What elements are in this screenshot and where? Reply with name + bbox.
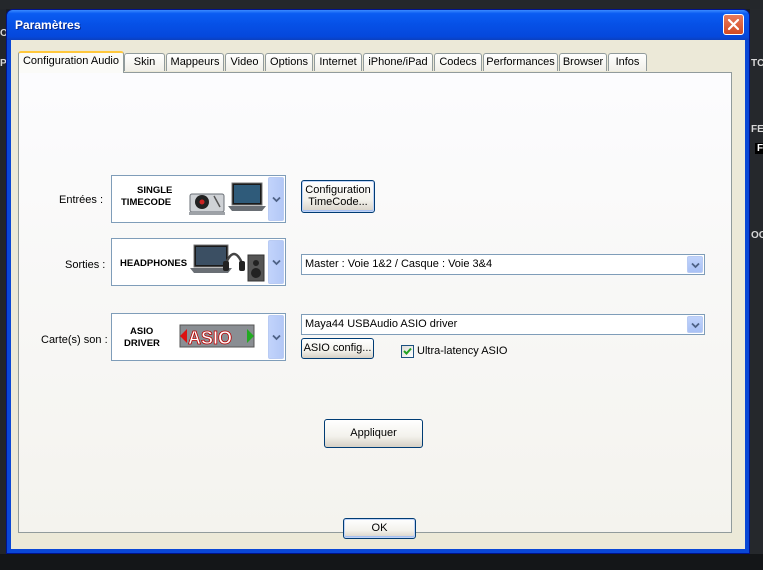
single-timecode-text: SINGLE — [137, 185, 172, 196]
background-text: OOF — [751, 230, 763, 241]
timecode-config-button[interactable]: Configuration TimeCode... — [301, 180, 375, 213]
audio-config-panel: Entrées : SINGLE TIMECODE Configuration … — [18, 72, 732, 533]
ultra-latency-label[interactable]: Ultra-latency ASIO — [417, 345, 507, 357]
headphones-text: HEADPHONES — [120, 258, 187, 269]
asio-driver-text: ASIO — [130, 326, 153, 337]
settings-window: Paramètres Configuration Audio Skin Mapp… — [6, 9, 750, 554]
background-app-top — [0, 0, 763, 9]
outputs-routing-dropdown-button[interactable] — [687, 256, 703, 273]
asio-driver-text: DRIVER — [124, 338, 160, 349]
background-app-right — [750, 9, 763, 570]
tab-internet[interactable]: Internet — [314, 53, 362, 71]
close-icon — [727, 18, 740, 31]
timecode-config-line1: Configuration — [305, 184, 371, 196]
inputs-select[interactable]: SINGLE TIMECODE — [111, 175, 286, 223]
outputs-dropdown-button[interactable] — [268, 240, 284, 284]
tab-options[interactable]: Options — [265, 53, 313, 71]
tab-performances[interactable]: Performances — [483, 53, 558, 71]
chevron-down-icon — [272, 334, 281, 341]
chevron-down-icon — [691, 322, 700, 329]
chevron-down-icon — [272, 196, 281, 203]
chevron-down-icon — [272, 259, 281, 266]
soundcard-dropdown-button[interactable] — [268, 315, 284, 359]
outputs-routing-select[interactable]: Master : Voie 1&2 / Casque : Voie 3&4 — [301, 254, 705, 275]
asio-driver-image: ASIO DRIVER ASIO — [124, 324, 255, 349]
outputs-routing-value: Master : Voie 1&2 / Casque : Voie 3&4 — [305, 258, 493, 270]
single-timecode-image: SINGLE TIMECODE — [121, 182, 266, 215]
tab-iphone-ipad[interactable]: iPhone/iPad — [363, 53, 433, 71]
tab-infos[interactable]: Infos — [608, 53, 647, 71]
inputs-dropdown-button[interactable] — [268, 177, 284, 221]
tab-configuration-audio[interactable]: Configuration Audio — [18, 51, 124, 73]
inputs-label: Entrées : — [59, 194, 104, 206]
apply-button[interactable]: Appliquer — [324, 419, 423, 448]
close-button[interactable] — [723, 14, 744, 35]
background-text: TC — [751, 58, 763, 69]
asio-driver-value: Maya44 USBAudio ASIO driver — [305, 318, 458, 330]
asio-driver-select[interactable]: Maya44 USBAudio ASIO driver — [301, 314, 705, 335]
headphones-image: HEADPHONES — [120, 244, 265, 282]
checkmark-icon — [403, 347, 412, 355]
window-title: Paramètres — [15, 18, 81, 32]
single-timecode-text: TIMECODE — [121, 197, 171, 208]
dialog-client-area: Configuration Audio Skin Mappeurs Video … — [11, 40, 745, 549]
tab-skin[interactable]: Skin — [124, 53, 165, 71]
title-bar[interactable]: Paramètres — [7, 10, 749, 40]
outputs-label: Sorties : — [65, 259, 106, 271]
asio-driver-dropdown-button[interactable] — [687, 316, 703, 333]
ultra-latency-checkbox[interactable] — [401, 345, 414, 358]
tab-browser[interactable]: Browser — [559, 53, 607, 71]
soundcard-label: Carte(s) son : — [41, 334, 108, 346]
chevron-down-icon — [691, 262, 700, 269]
timecode-config-line2: TimeCode... — [308, 196, 368, 208]
background-app-bottom — [0, 554, 763, 570]
asio-logo-text: ASIO — [188, 328, 232, 348]
ok-button[interactable]: OK — [343, 518, 416, 539]
soundcard-select[interactable]: ASIO DRIVER ASIO — [111, 313, 286, 361]
tab-video[interactable]: Video — [225, 53, 264, 71]
tab-codecs[interactable]: Codecs — [434, 53, 482, 71]
background-text: FE — [751, 124, 763, 135]
tab-mappeurs[interactable]: Mappeurs — [166, 53, 224, 71]
outputs-select[interactable]: HEADPHONES — [111, 238, 286, 286]
background-text: FI — [755, 143, 763, 154]
asio-config-button[interactable]: ASIO config... — [301, 338, 374, 359]
